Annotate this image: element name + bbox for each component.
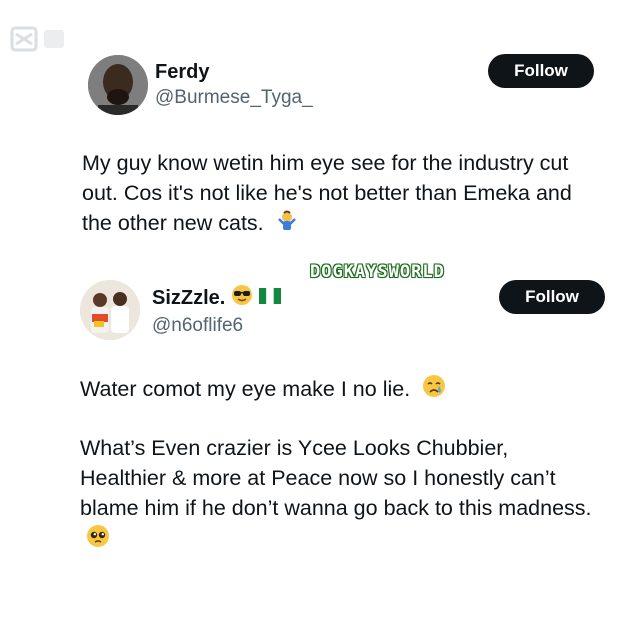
tweet-paragraph-1-text: Water comot my eye make I no lie. (80, 377, 411, 401)
watermark-text: DOGKAYSWORLD (310, 262, 445, 282)
tweet-text: Water comot my eye make I no lie. What’s… (80, 374, 600, 583)
crying-face-icon (422, 374, 446, 406)
author-block: SizZzle. @n6oflife6 (152, 284, 282, 338)
nigeria-flag-icon (259, 286, 282, 310)
display-name[interactable]: Ferdy (155, 60, 313, 84)
handle[interactable]: @Burmese_Tyga_ (155, 86, 313, 110)
pleading-face-icon (86, 524, 110, 556)
tweet-text: My guy know wetin him eye see for the in… (82, 148, 602, 239)
tweet-paragraph-2: What’s Even crazier is Ycee Looks Chubbi… (80, 433, 600, 555)
display-name-text: SizZzle. (152, 287, 226, 309)
follow-button[interactable]: Follow (499, 280, 605, 314)
follow-button[interactable]: Follow (488, 54, 594, 88)
tweet-paragraph-1: Water comot my eye make I no lie. (80, 374, 600, 406)
display-name[interactable]: SizZzle. (152, 284, 282, 312)
person-shrugging-icon (276, 209, 298, 239)
tweet-body: My guy know wetin him eye see for the in… (82, 151, 572, 235)
sunglasses-emoji-icon (231, 284, 253, 312)
corner-logo-icon (10, 26, 64, 52)
tweet-paragraph-2-text: What’s Even crazier is Ycee Looks Chubbi… (80, 436, 592, 521)
avatar-ferdy[interactable] (88, 55, 148, 115)
handle[interactable]: @n6oflife6 (152, 314, 281, 338)
author-block: Ferdy @Burmese_Tyga_ (155, 60, 313, 110)
avatar-sizzle[interactable] (80, 280, 140, 340)
